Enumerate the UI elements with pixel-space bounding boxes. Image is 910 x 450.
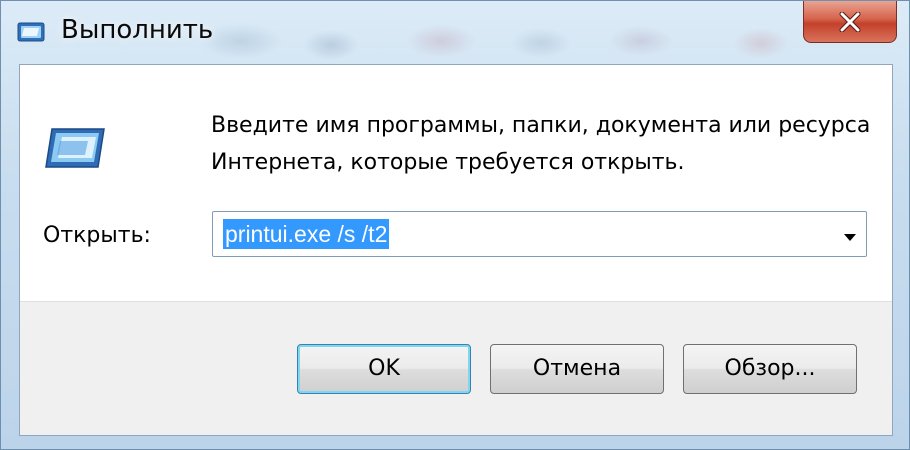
- run-dialog-window: Выполнить Введите имя программы, папки, …: [0, 0, 910, 450]
- open-input-value[interactable]: printui.exe /s /t2: [223, 219, 390, 249]
- run-icon: [42, 125, 108, 171]
- dialog-prompt: Введите имя программы, папки, документа …: [211, 107, 871, 181]
- prompt-line: Введите имя программы, папки, документа …: [211, 113, 871, 138]
- dialog-content-panel: Введите имя программы, папки, документа …: [20, 65, 892, 301]
- prompt-line: Интернета, которые требуется открыть.: [211, 150, 685, 175]
- close-button[interactable]: [803, 1, 897, 43]
- divider: [20, 301, 892, 302]
- open-label: Открыть:: [43, 223, 151, 248]
- open-combobox[interactable]: printui.exe /s /t2: [212, 211, 867, 257]
- browse-button[interactable]: Обзор...: [683, 344, 857, 394]
- chevron-down-icon[interactable]: [842, 228, 858, 241]
- title-bar[interactable]: Выполнить: [1, 1, 909, 63]
- run-icon: [17, 21, 47, 43]
- dialog-client-area: Введите имя программы, папки, документа …: [19, 64, 893, 436]
- cancel-button[interactable]: Отмена: [490, 344, 664, 394]
- window-title: Выполнить: [61, 15, 214, 45]
- close-icon: [838, 11, 862, 32]
- ok-button[interactable]: OK: [297, 344, 471, 394]
